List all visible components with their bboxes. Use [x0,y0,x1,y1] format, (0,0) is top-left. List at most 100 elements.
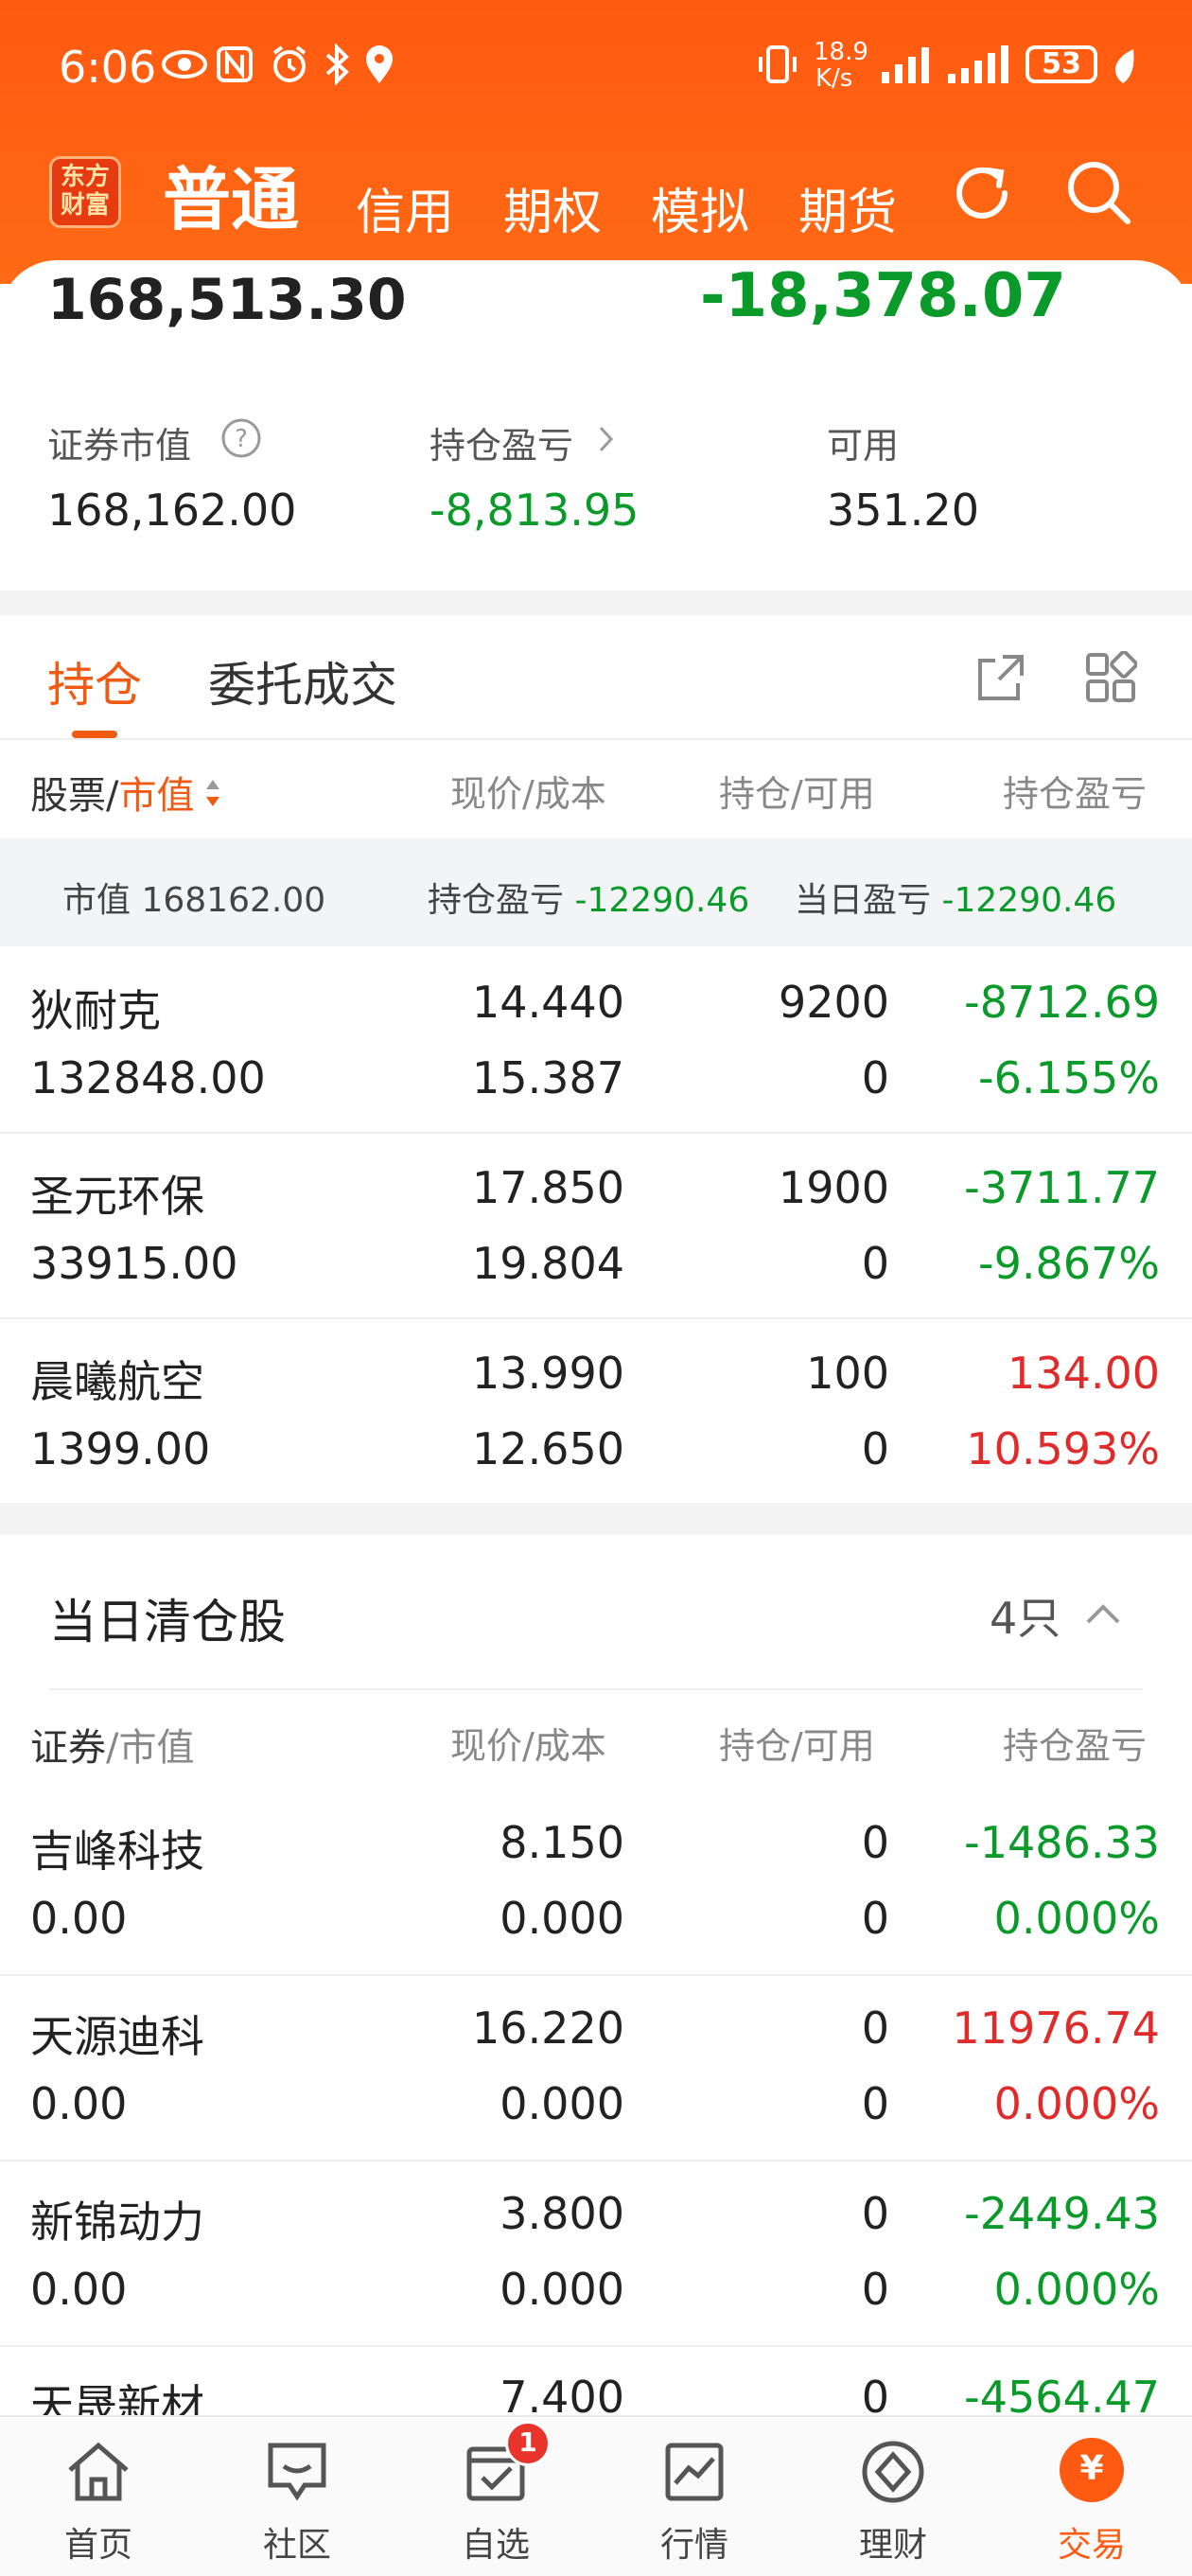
stock-price: 7.400 [500,2372,624,2415]
nav-market[interactable]: 行情 [609,2415,780,2574]
nav-home[interactable]: 首页 [13,2415,184,2574]
cleared-title: 当日清仓股 [49,1595,286,1650]
nav-home-label: 首页 [63,2526,132,2565]
nav-trade[interactable]: ¥ 交易 [1007,2415,1177,2574]
table-row[interactable] [0,946,1192,1132]
stock-market-value: 132848.00 [30,1052,266,1103]
stock-price: 17.850 [472,1162,624,1213]
nav-trade-label: 交易 [1057,2526,1126,2565]
stock-cost: 12.650 [472,1423,624,1474]
signal-icon-2 [946,44,1016,89]
col-qty-available: 持仓/可用 [719,773,875,815]
nfc-icon [216,45,254,87]
grid-icon[interactable] [1084,650,1138,708]
summary-mv-value: 168162.00 [141,881,326,920]
stock-name: 天源迪科 [30,2011,204,2062]
sort-by-market-value[interactable]: 股票/市值 [30,765,194,820]
chevron-right-icon[interactable] [596,424,617,458]
chat-icon [268,2443,326,2501]
stock-available: 0 [861,2264,889,2315]
net-speed-unit: K/s [815,64,853,93]
stock-pnl-pct: 0.000% [993,2264,1160,2315]
stock-name: 晨曦航空 [30,1356,204,1407]
stock-pnl-pct: 0.000% [993,1893,1160,1944]
stock-name: 狄耐克 [30,985,161,1036]
stock-name: 天晟新材 [30,2380,204,2415]
stock-available: 0 [861,2078,889,2129]
list-item[interactable]: 天晟新材 7.400 0 -4564.47 [0,2347,1192,2415]
stock-qty: 0 [861,2003,889,2054]
trade-icon-symbol: ¥ [1079,2449,1104,2488]
location-icon [363,44,395,89]
stock-price: 14.440 [472,977,624,1028]
summary-day-label: 当日盈亏 [795,881,932,920]
logo-text-2: 财富 [60,191,110,220]
nav-community-label: 社区 [262,2526,331,2565]
stock-price: 16.220 [472,2003,624,2054]
cleared-col-stock: 证券/市值 [30,1717,194,1772]
day-pnl: -18,378.07 [700,261,1066,331]
cleared-col-pnl: 持仓盈亏 [1003,1725,1148,1764]
badge-count: 1 [518,2426,537,2458]
stock-pnl: 134.00 [1008,1348,1160,1399]
col-pnl-clip: 持仓盈亏 [1003,765,1162,812]
stock-pnl: 11976.74 [952,2003,1161,2054]
status-time: 6:06 [59,42,157,93]
market-value: 168,162.00 [47,485,297,536]
share-icon[interactable] [974,651,1027,708]
cleared-col-pnl-clip: 持仓盈亏 [1003,1717,1162,1764]
col-market-value-label: 市值 [118,774,195,818]
svg-text:?: ? [235,425,248,453]
leaf-icon [1109,47,1137,89]
summary-mv: 市值 168162.00 [62,873,325,922]
divider [49,1688,1143,1690]
tab-qiquan[interactable]: 期权 [503,172,602,243]
stock-qty: 100 [806,1348,889,1399]
nav-wealth-label: 理财 [858,2526,927,2565]
net-speed-value: 18.9 [814,38,868,66]
bluetooth-icon [322,43,354,89]
nav-community[interactable]: 社区 [212,2415,382,2574]
tab-xinyong[interactable]: 信用 [356,172,454,243]
refresh-icon[interactable] [948,159,1016,231]
stock-qty: 0 [861,2372,889,2415]
stock-cost: 15.387 [472,1052,624,1103]
sort-icon[interactable] [204,774,221,816]
tab-putong[interactable]: 普通 [163,144,299,243]
vibrate-icon [757,44,798,89]
app-logo[interactable]: 东方 财富 [49,156,121,228]
tab-holdings[interactable]: 持仓 [47,647,142,715]
tab-qihuo[interactable]: 期货 [798,172,897,243]
cleared-col-security: 证券 [30,1726,106,1770]
stock-market-value: 1399.00 [30,1423,211,1474]
tab-moni[interactable]: 模拟 [651,172,749,243]
cleared-col-price-cost: 现价/成本 [450,1725,606,1767]
help-icon[interactable]: ? [219,416,263,464]
available-value: 351.20 [827,485,979,536]
stock-pnl-pct: -6.155% [978,1052,1160,1103]
stock-cost: 19.804 [472,1238,624,1289]
search-icon[interactable] [1063,157,1135,233]
position-pnl-label[interactable]: 持仓盈亏 [429,416,573,468]
summary-pos-label: 持仓盈亏 [428,881,565,920]
stock-pnl-pct: -9.867% [978,1238,1160,1289]
tab-underline [72,731,117,738]
cleared-toggle[interactable]: 4只 [984,1582,1173,1649]
eye-icon [161,45,208,87]
summary-pos: 持仓盈亏 -12290.46 [428,873,749,922]
nav-watchlist[interactable]: 自选 1 [411,2415,581,2574]
stock-cost: 0.000 [500,2078,624,2129]
cleared-col-market-value: 市值 [118,1726,195,1770]
summary-day: 当日盈亏 -12290.46 [795,873,1116,922]
stock-price: 8.150 [500,1817,624,1868]
stock-qty: 9200 [778,977,889,1028]
stock-market-value: 0.00 [30,1893,128,1944]
summary-day-value: -12290.46 [941,881,1117,920]
tab-orders[interactable]: 委托成交 [208,647,397,715]
stock-qty: 0 [861,1817,889,1868]
chevron-up-icon [1086,1604,1120,1624]
stock-pnl: -3711.77 [964,1162,1160,1213]
nav-wealth[interactable]: 理财 [808,2415,978,2574]
col-pnl: 持仓盈亏 [1003,773,1148,812]
stock-market-value: 0.00 [30,2264,128,2315]
